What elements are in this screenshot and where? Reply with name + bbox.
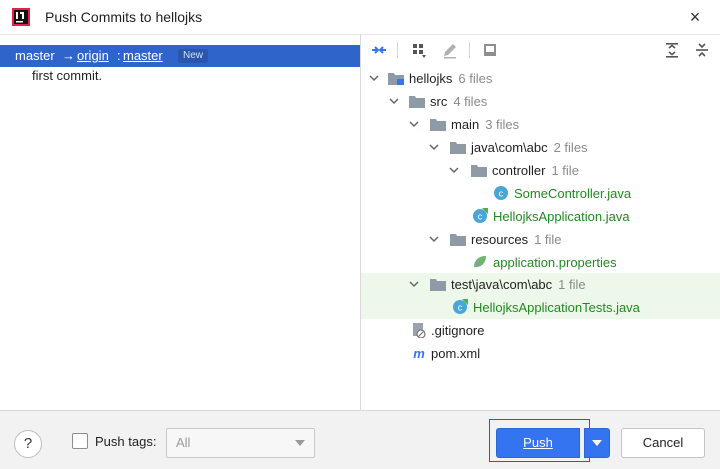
cancel-button[interactable]: Cancel <box>621 428 705 458</box>
file-count: 6 files <box>458 71 493 86</box>
chevron-down-icon[interactable] <box>387 94 401 108</box>
help-button[interactable]: ? <box>14 430 42 458</box>
file-count: 3 files <box>485 117 520 132</box>
folder-icon <box>409 96 425 108</box>
tree-node-package[interactable]: java\com\abc 2 files <box>361 136 720 159</box>
window-title: Push Commits to hellojks <box>45 9 203 25</box>
tags-select-value: All <box>176 435 191 450</box>
toolbar-separator <box>469 42 470 58</box>
java-class-icon: c <box>494 186 508 200</box>
file-count: 4 files <box>453 94 488 109</box>
changes-panel: hellojks 6 files src 4 files main 3 files j… <box>361 34 720 411</box>
chevron-down-icon[interactable] <box>447 163 461 177</box>
tree-file-somecontroller[interactable]: c SomeController.java <box>361 182 720 205</box>
tree-node-main[interactable]: main 3 files <box>361 113 720 136</box>
spring-boot-class-icon: c <box>453 299 468 314</box>
commit-item[interactable]: first commit. <box>32 68 102 83</box>
file-count: 1 file <box>551 163 579 178</box>
show-diff-icon[interactable] <box>481 41 499 59</box>
dialog-footer: ? Push tags: All Push Cancel <box>0 410 720 469</box>
tree-file-pom[interactable]: m pom.xml <box>361 342 720 365</box>
svg-text:c: c <box>458 303 463 313</box>
push-button-label: Push <box>523 435 553 450</box>
gitignore-icon <box>413 323 426 338</box>
expand-all-icon[interactable] <box>663 41 681 59</box>
expand-arrows-icon[interactable] <box>370 41 388 59</box>
file-count: 1 file <box>534 232 562 247</box>
file-name: pom.xml <box>431 346 481 361</box>
group-by-icon[interactable] <box>410 41 428 59</box>
separator: : <box>117 48 121 63</box>
new-badge: New <box>178 49 209 63</box>
tree-node-hellojks[interactable]: hellojks 6 files <box>361 67 720 90</box>
node-name: test\java\com\abc <box>451 277 553 292</box>
folder-icon <box>471 165 487 177</box>
file-name: .gitignore <box>431 323 485 338</box>
file-name: HellojksApplicationTests.java <box>473 300 640 315</box>
maven-icon: m <box>413 346 425 361</box>
remote-branch-link[interactable]: master <box>123 45 163 67</box>
edit-icon[interactable] <box>441 41 459 59</box>
folder-icon <box>450 234 466 246</box>
spring-properties-icon <box>474 256 486 268</box>
node-name: java\com\abc <box>471 140 548 155</box>
file-count: 2 files <box>553 140 588 155</box>
svg-text:c: c <box>499 189 504 199</box>
tree-file-application-properties[interactable]: application.properties <box>361 251 720 274</box>
file-name: HellojksApplication.java <box>493 209 630 224</box>
push-tags-label[interactable]: Push tags: <box>95 434 156 449</box>
svg-text:m: m <box>413 346 425 361</box>
chevron-down-icon[interactable] <box>427 140 441 154</box>
remote-link[interactable]: origin <box>77 45 109 67</box>
close-icon[interactable]: × <box>684 6 706 28</box>
spring-boot-class-icon: c <box>473 208 488 223</box>
chevron-down-icon[interactable] <box>407 117 421 131</box>
local-branch: master <box>15 48 55 63</box>
folder-icon <box>450 142 466 154</box>
tree-node-controller[interactable]: controller 1 file <box>361 159 720 182</box>
node-name: resources <box>471 232 529 247</box>
node-name: main <box>451 117 480 132</box>
chevron-down-icon <box>592 440 602 446</box>
tree-node-resources[interactable]: resources 1 file <box>361 228 720 251</box>
node-name: controller <box>492 163 546 178</box>
chevron-down-icon[interactable] <box>407 277 421 291</box>
tree-file-hellojksapplicationtests[interactable]: c HellojksApplicationTests.java <box>361 296 720 319</box>
file-name: SomeController.java <box>514 186 632 201</box>
folder-icon <box>430 119 446 131</box>
tree-node-test-package[interactable]: test\java\com\abc 1 file <box>361 273 720 296</box>
commits-panel: master → origin : master New first commi… <box>0 34 360 411</box>
toolbar-separator <box>397 42 398 58</box>
chevron-down-icon <box>295 440 305 446</box>
tree-file-gitignore[interactable]: .gitignore <box>361 319 720 342</box>
svg-text:c: c <box>478 212 483 222</box>
collapse-all-icon[interactable] <box>693 41 711 59</box>
folder-icon <box>430 279 446 291</box>
arrow: → <box>62 48 75 63</box>
title-bar: Push Commits to hellojks × <box>0 0 720 34</box>
intellij-app-icon <box>12 8 30 26</box>
branch-row[interactable]: master → origin : master New <box>0 45 360 67</box>
changes-toolbar <box>361 35 720 65</box>
tree-node-src[interactable]: src 4 files <box>361 90 720 113</box>
tags-select[interactable]: All <box>166 428 315 458</box>
node-name: hellojks <box>409 71 453 86</box>
chevron-down-icon[interactable] <box>367 71 381 85</box>
module-folder-icon <box>388 73 404 85</box>
node-name: src <box>430 94 448 109</box>
push-options-dropdown[interactable] <box>584 428 610 458</box>
push-button[interactable]: Push <box>496 428 580 458</box>
file-count: 1 file <box>558 277 586 292</box>
file-name: application.properties <box>493 255 617 270</box>
tree-file-hellojksapplication[interactable]: c HellojksApplication.java <box>361 205 720 228</box>
chevron-down-icon[interactable] <box>427 232 441 246</box>
push-tags-checkbox[interactable] <box>72 433 88 449</box>
